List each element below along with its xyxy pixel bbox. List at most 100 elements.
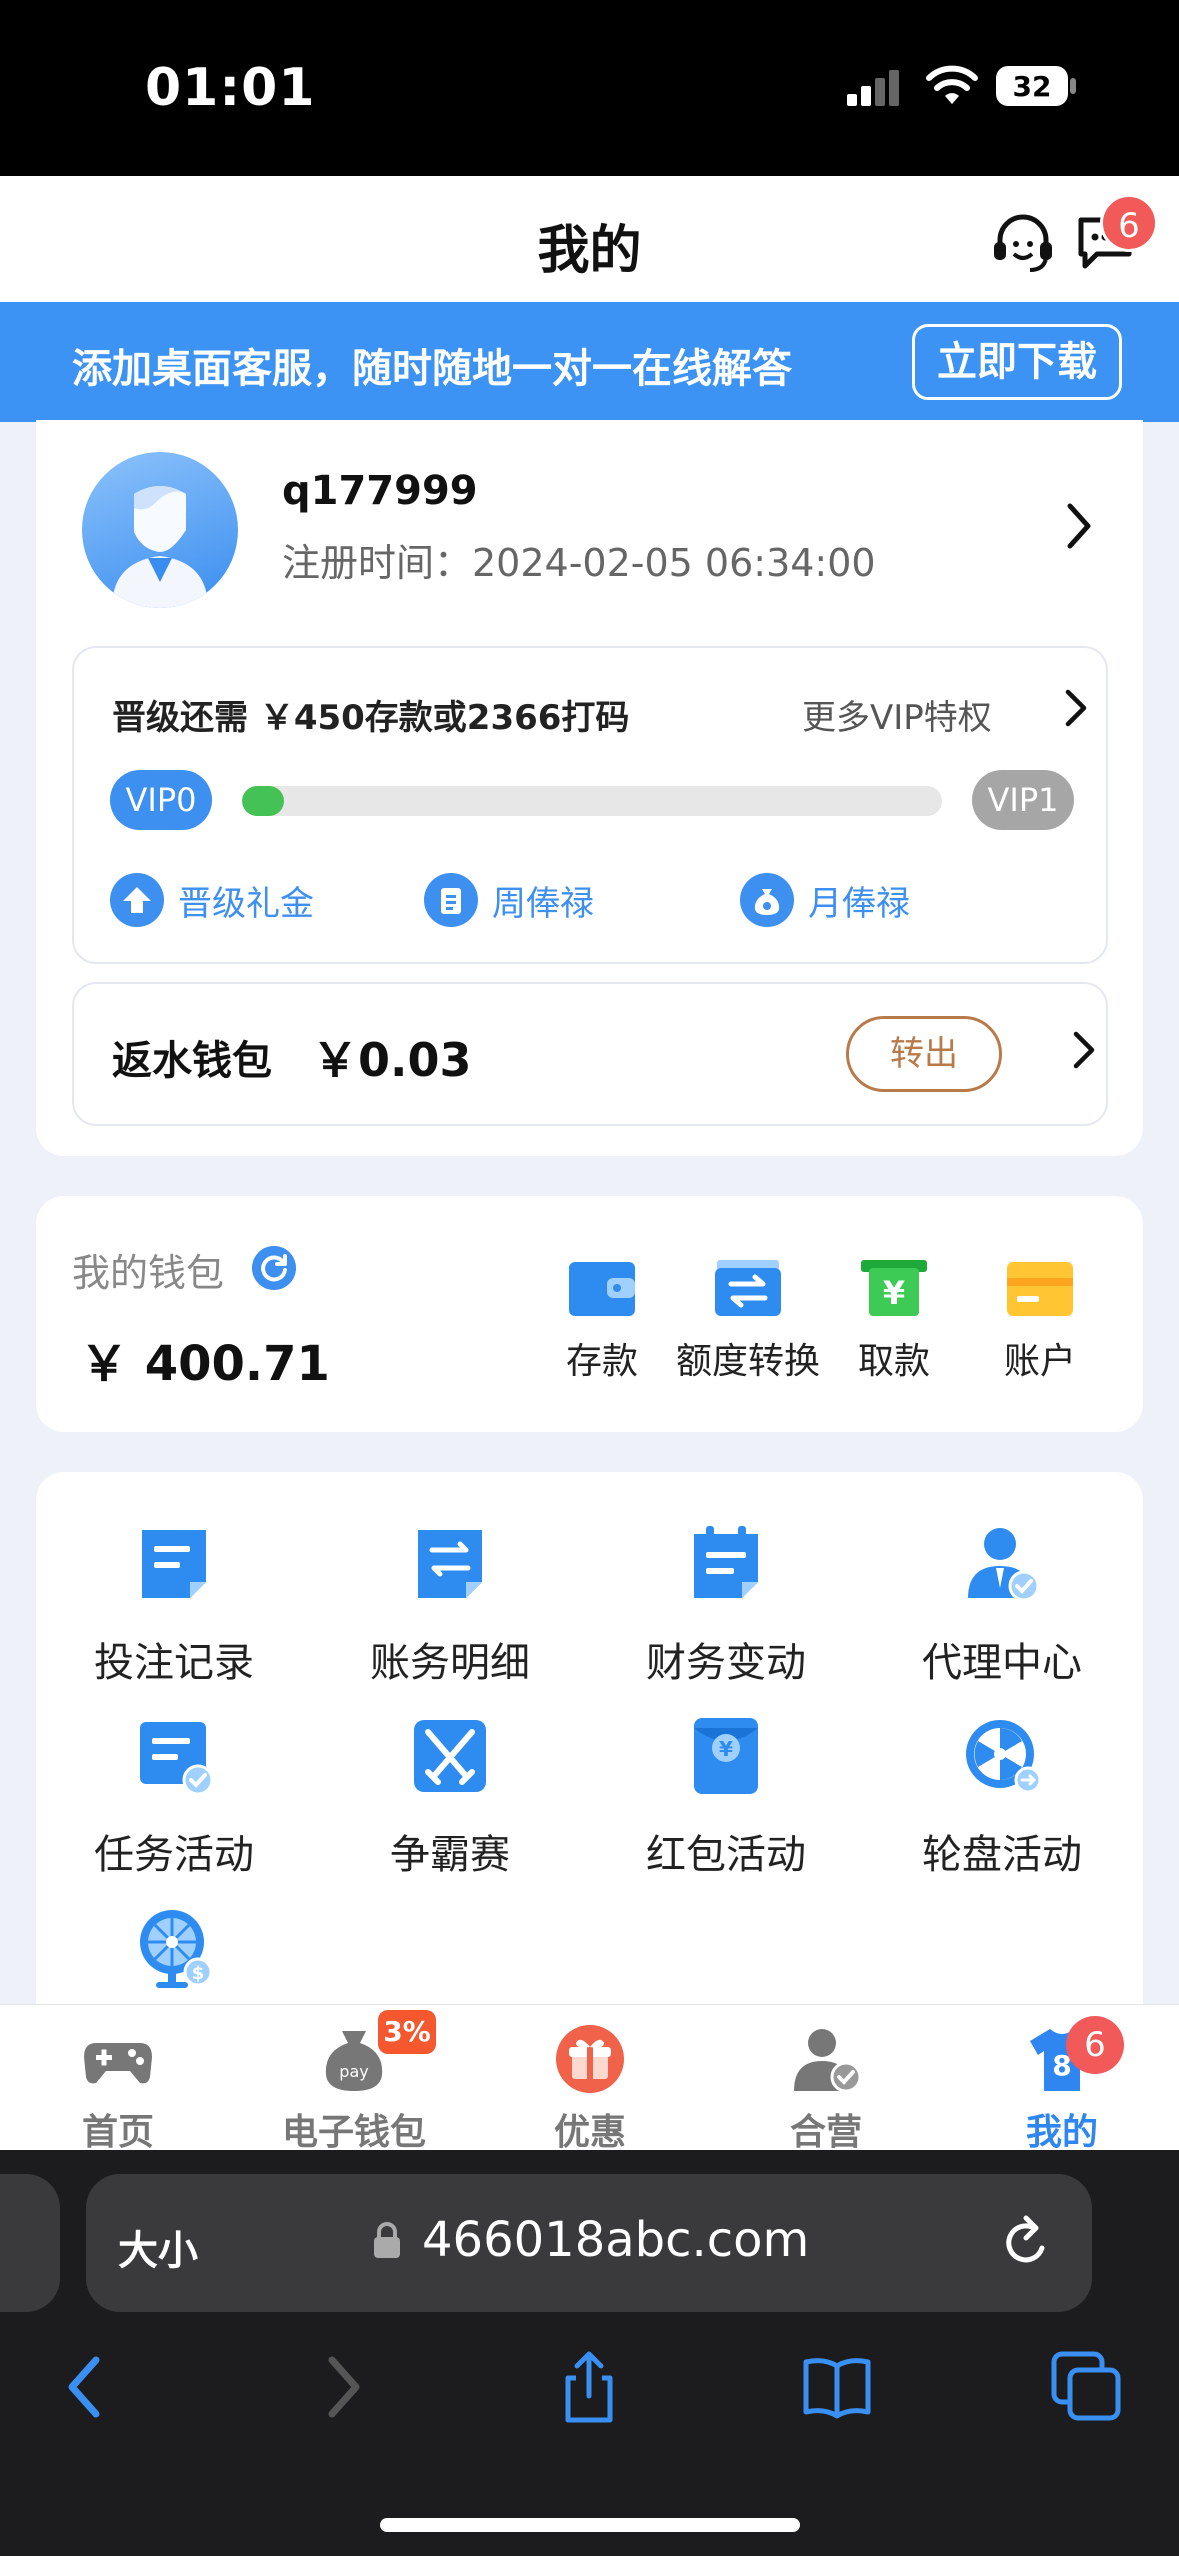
withdraw-button[interactable]: ¥ 取款 xyxy=(819,1258,969,1384)
battery-icon: 32 xyxy=(996,66,1076,106)
menu-agent-center[interactable]: 代理中心 xyxy=(864,1522,1140,1688)
swords-icon xyxy=(414,1720,486,1792)
status-bar: 01:01 32 xyxy=(0,0,1179,176)
battery-level: 32 xyxy=(1013,70,1052,103)
account-label: 账户 xyxy=(1003,1341,1076,1382)
customer-service-icon[interactable] xyxy=(990,212,1056,274)
vip-progress-box: 晋级还需 ￥450存款或2366打码 更多VIP特权 VIP0 VIP1 晋级礼… xyxy=(72,646,1108,964)
menu-label: 投注记录 xyxy=(94,1640,254,1686)
lock-icon xyxy=(374,2222,400,2258)
home-indicator xyxy=(380,2518,800,2532)
agent-icon xyxy=(968,1528,1040,1602)
bottom-tab-bar: 首页 pay 电子钱包 优惠 合营 8 我的 xyxy=(0,2004,1179,2153)
url-text[interactable]: 466018abc.com xyxy=(422,2212,809,2268)
text-size-button[interactable]: 大小 xyxy=(118,2218,198,2276)
menu-label: 财务变动 xyxy=(646,1640,806,1686)
menu-finance-change[interactable]: 财务变动 xyxy=(588,1522,864,1688)
deposit-label: 存款 xyxy=(565,1341,638,1382)
tab-partnership[interactable]: 合营 xyxy=(708,2023,944,2155)
previous-tab-peek[interactable] xyxy=(0,2174,60,2312)
clipboard-icon xyxy=(424,873,478,927)
tab-label: 电子钱包 xyxy=(281,2112,426,2153)
partner-icon xyxy=(794,2029,862,2093)
download-button[interactable]: 立即下载 xyxy=(912,324,1122,400)
feature-menu: 投注记录 账务明细 财务变动 代理中心 任务活动 争霸赛 ¥ 红包活动 轮盘活动… xyxy=(36,1472,1143,2032)
perk-monthly-salary[interactable]: 月俸禄 xyxy=(740,872,910,928)
tab-home[interactable]: 首页 xyxy=(0,2023,236,2155)
menu-label: 代理中心 xyxy=(922,1640,1082,1686)
tab-mine[interactable]: 8 我的 xyxy=(944,2023,1179,2155)
share-icon[interactable] xyxy=(552,2350,626,2424)
back-icon[interactable] xyxy=(50,2350,124,2424)
rebate-transfer-button[interactable]: 转出 xyxy=(846,1016,1002,1092)
task-icon xyxy=(140,1722,214,1796)
finance-change-icon xyxy=(694,1526,758,1598)
tabs-icon[interactable] xyxy=(1050,2350,1124,2424)
perk-weekly-salary[interactable]: 周俸禄 xyxy=(424,872,594,928)
perk-upgrade-bonus[interactable]: 晋级礼金 xyxy=(110,872,314,928)
promo-rate-badge: 3% xyxy=(378,2010,436,2054)
chevron-right-icon[interactable] xyxy=(1064,688,1088,728)
menu-label: 轮盘活动 xyxy=(922,1832,1082,1878)
tab-e-wallet[interactable]: pay 电子钱包 xyxy=(236,2023,472,2155)
menu-label: 争霸赛 xyxy=(390,1832,510,1878)
menu-label: 任务活动 xyxy=(94,1832,254,1878)
gamepad-icon xyxy=(84,2043,152,2084)
bet-record-icon xyxy=(142,1530,206,1598)
message-badge: 6 xyxy=(1100,194,1158,252)
page-header: 我的 6 xyxy=(0,176,1179,302)
deposit-button[interactable]: 存款 xyxy=(527,1258,677,1384)
status-time: 01:01 xyxy=(145,58,316,118)
refresh-icon[interactable] xyxy=(252,1246,296,1290)
avatar[interactable] xyxy=(82,452,238,608)
wifi-icon xyxy=(926,65,978,104)
withdraw-icon: ¥ xyxy=(861,1260,927,1316)
menu-bet-record[interactable]: 投注记录 xyxy=(36,1522,312,1688)
menu-wheel[interactable]: $ xyxy=(36,1906,312,2014)
roulette-icon xyxy=(966,1720,1042,1794)
tab-promotions[interactable]: 优惠 xyxy=(472,2023,708,2155)
vip-current-level: VIP0 xyxy=(110,770,212,830)
vip-more-link[interactable]: 更多VIP特权 xyxy=(802,690,992,739)
username: q177999 xyxy=(282,468,478,514)
tab-label: 优惠 xyxy=(553,2112,626,2153)
upgrade-icon xyxy=(110,873,164,927)
tab-label: 首页 xyxy=(81,2112,154,2153)
wallet-icon xyxy=(569,1262,635,1316)
chevron-right-icon[interactable] xyxy=(1072,1030,1096,1070)
menu-red-packet[interactable]: ¥ 红包活动 xyxy=(588,1714,864,1880)
forward-icon[interactable] xyxy=(304,2350,378,2424)
menu-account-detail[interactable]: 账务明细 xyxy=(312,1522,588,1688)
menu-roulette[interactable]: 轮盘活动 xyxy=(864,1714,1140,1880)
wallet-balance: ￥ 400.71 xyxy=(80,1336,330,1392)
user-avatar-icon xyxy=(112,486,208,608)
gift-icon xyxy=(556,2025,624,2093)
register-time: 注册时间：2024-02-05 06:34:00 xyxy=(282,541,876,585)
transfer-icon xyxy=(715,1260,781,1316)
wheel-icon: $ xyxy=(140,1910,213,1988)
rebate-wallet[interactable]: 返水钱包 ￥0.03 转出 xyxy=(72,982,1108,1126)
bookmarks-icon[interactable] xyxy=(800,2350,874,2424)
perk-label: 月俸禄 xyxy=(808,883,910,924)
svg-text:pay: pay xyxy=(339,2062,368,2081)
tab-mine-badge: 6 xyxy=(1066,2016,1124,2074)
reload-icon[interactable] xyxy=(1000,2214,1054,2272)
vip-progress-bar xyxy=(242,786,942,816)
vip-upgrade-requirement: 晋级还需 ￥450存款或2366打码 xyxy=(112,698,630,738)
withdraw-label: 取款 xyxy=(857,1341,930,1382)
address-bar[interactable]: 大小 466018abc.com xyxy=(86,2174,1092,2312)
download-banner: 添加桌面客服，随时随地一对一在线解答 立即下载 xyxy=(0,302,1179,422)
transfer-label: 额度转换 xyxy=(675,1341,820,1382)
chevron-right-icon[interactable] xyxy=(1064,502,1094,550)
wallet-label: 我的钱包 xyxy=(72,1251,225,1295)
svg-text:$: $ xyxy=(192,1963,205,1984)
menu-championship[interactable]: 争霸赛 xyxy=(312,1714,588,1880)
perk-label: 晋级礼金 xyxy=(178,883,314,924)
svg-text:¥: ¥ xyxy=(719,1737,733,1761)
account-button[interactable]: 账户 xyxy=(965,1258,1115,1384)
menu-task-activity[interactable]: 任务活动 xyxy=(36,1714,312,1880)
transfer-button[interactable]: 额度转换 xyxy=(673,1258,823,1384)
tab-label: 我的 xyxy=(1025,2112,1098,2153)
account-detail-icon xyxy=(418,1530,482,1598)
rebate-amount: ￥0.03 xyxy=(312,1033,472,1087)
